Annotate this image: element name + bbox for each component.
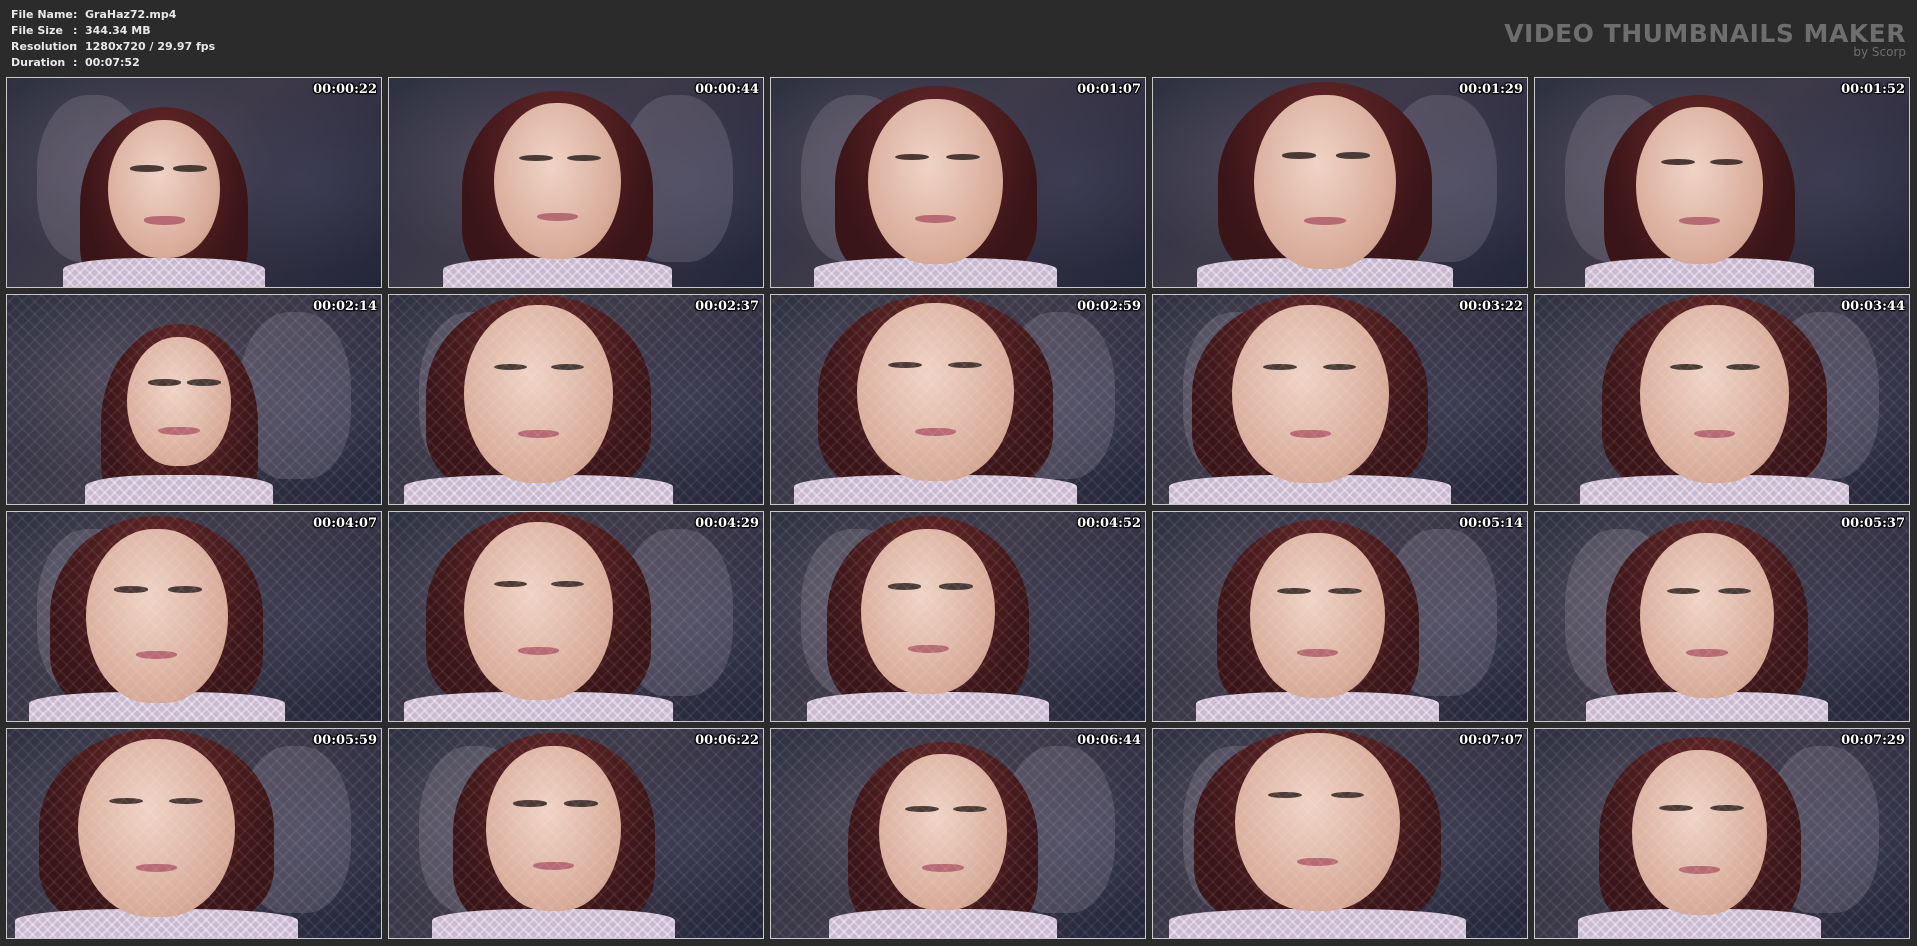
thumbnail-timestamp: 00:01:52 [1841,82,1905,97]
info-value: 00:07:52 [85,56,140,69]
contact-sheet: File Name : GraHaz72.mp4 File Size : 344… [0,0,1917,946]
eye-shape [567,154,602,161]
video-thumbnail[interactable]: 00:00:22 [6,77,382,288]
face-shape [493,103,621,260]
info-row-duration: Duration : 00:07:52 [11,55,215,71]
mouth-shape [1678,216,1721,226]
mouth-shape [143,216,185,225]
eye-shape [1661,158,1696,166]
mesh-overlay [7,729,381,938]
mesh-overlay [771,512,1145,721]
thumbnail-timestamp: 00:02:14 [313,299,377,314]
thumbnail-timestamp: 00:04:29 [695,516,759,531]
mesh-overlay [389,512,763,721]
info-row-resolution: Resolution : 1280x720 / 29.97 fps [11,39,215,55]
eye-shape [1282,152,1317,159]
info-key: File Size [11,24,63,37]
mesh-overlay [389,729,763,938]
mouth-shape [536,212,578,221]
info-value: 344.34 MB [85,24,151,37]
thumbnail-timestamp: 00:07:29 [1841,733,1905,748]
face-shape [107,119,221,258]
video-thumbnail[interactable]: 00:04:52 [770,511,1146,722]
info-row-file-size: File Size : 344.34 MB [11,23,215,39]
mesh-overlay [7,295,381,504]
thumbnail-timestamp: 00:02:59 [1077,299,1141,314]
thumbnail-timestamp: 00:00:22 [313,82,377,97]
eye-shape [1336,152,1371,159]
thumbnail-timestamp: 00:03:22 [1459,299,1523,314]
eye-shape [519,154,553,161]
thumbnail-timestamp: 00:04:52 [1077,516,1141,531]
mesh-overlay [7,512,381,721]
mesh-overlay [1535,295,1909,504]
info-key: Duration [11,56,66,69]
video-thumbnail[interactable]: 00:06:44 [770,728,1146,939]
brand-watermark: VIDEO THUMBNAILS MAKER by Scorp [1504,19,1906,59]
video-thumbnail[interactable]: 00:06:22 [388,728,764,939]
thumbnail-timestamp: 00:06:22 [695,733,759,748]
thumbnail-timestamp: 00:01:07 [1077,82,1141,97]
info-separator: : [73,24,78,37]
mesh-overlay [1153,295,1527,504]
info-row-file-name: File Name : GraHaz72.mp4 [11,7,215,23]
video-thumbnail[interactable]: 00:01:52 [1534,77,1910,288]
eye-shape [895,153,929,160]
thumbnail-timestamp: 00:07:07 [1459,733,1523,748]
video-thumbnail[interactable]: 00:02:14 [6,294,382,505]
thumbnail-timestamp: 00:01:29 [1459,82,1523,97]
info-key: File Name [11,8,73,21]
face-shape [1635,107,1764,264]
info-value: 1280x720 / 29.97 fps [85,40,216,53]
eye-shape [173,165,207,172]
video-thumbnail[interactable]: 00:03:22 [1152,294,1528,505]
face-shape [868,98,1003,265]
brand-title: VIDEO THUMBNAILS MAKER [1504,19,1906,48]
video-thumbnail[interactable]: 00:01:07 [770,77,1146,288]
mesh-overlay [389,295,763,504]
mesh-overlay [771,729,1145,938]
thumbnail-timestamp: 00:05:59 [313,733,377,748]
mesh-overlay [1153,512,1527,721]
mesh-overlay [1153,729,1527,938]
info-separator: : [73,56,78,69]
mesh-shirt [442,257,672,287]
thumbnail-timestamp: 00:05:14 [1459,516,1523,531]
video-thumbnail[interactable]: 00:03:44 [1534,294,1910,505]
eye-shape [130,165,165,172]
thumbnail-grid: 00:00:22 00:00:44 00:01:07 00:01:29 00:01:52… [6,77,1913,939]
video-thumbnail[interactable]: 00:07:29 [1534,728,1910,939]
mesh-shirt [63,257,266,287]
thumbnail-timestamp: 00:06:44 [1077,733,1141,748]
face-shape [1253,94,1397,270]
thumbnail-timestamp: 00:02:37 [695,299,759,314]
thumbnail-timestamp: 00:03:44 [1841,299,1905,314]
mesh-overlay [771,295,1145,504]
eye-shape [946,153,980,160]
video-thumbnail[interactable]: 00:07:07 [1152,728,1528,939]
video-thumbnail[interactable]: 00:05:14 [1152,511,1528,722]
file-info-panel: File Name : GraHaz72.mp4 File Size : 344… [11,7,215,71]
thumbnail-timestamp: 00:04:07 [313,516,377,531]
info-separator: : [73,40,78,53]
video-thumbnail[interactable]: 00:05:37 [1534,511,1910,722]
mesh-overlay [1535,512,1909,721]
mesh-overlay [1535,729,1909,938]
video-thumbnail[interactable]: 00:05:59 [6,728,382,939]
info-separator: : [73,8,78,21]
info-value: GraHaz72.mp4 [85,8,177,21]
video-thumbnail[interactable]: 00:02:59 [770,294,1146,505]
video-thumbnail[interactable]: 00:00:44 [388,77,764,288]
thumbnail-timestamp: 00:00:44 [695,82,759,97]
video-thumbnail[interactable]: 00:01:29 [1152,77,1528,288]
video-thumbnail[interactable]: 00:02:37 [388,294,764,505]
video-thumbnail[interactable]: 00:04:29 [388,511,764,722]
thumbnail-timestamp: 00:05:37 [1841,516,1905,531]
info-key: Resolution [11,40,78,53]
video-thumbnail[interactable]: 00:04:07 [6,511,382,722]
